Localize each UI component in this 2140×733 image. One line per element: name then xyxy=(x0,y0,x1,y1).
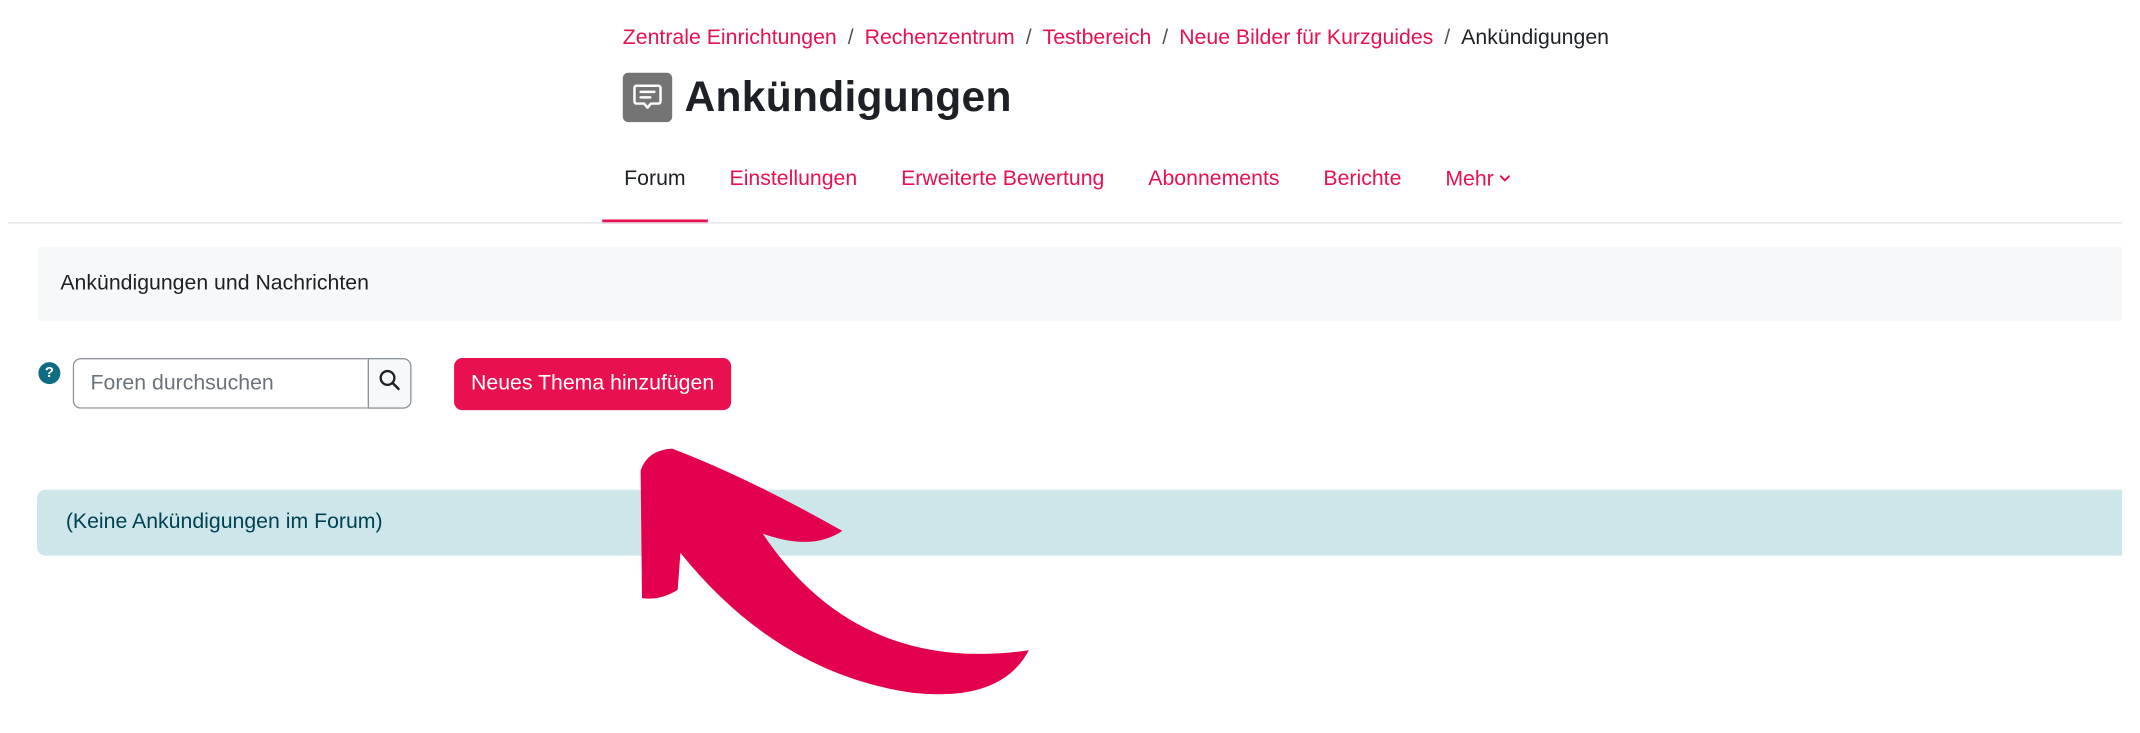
forum-icon xyxy=(622,72,673,123)
breadcrumb-separator: / xyxy=(1025,26,1032,50)
page-header: Ankündigungen xyxy=(622,72,1012,123)
search-button[interactable] xyxy=(367,358,412,409)
breadcrumb: Zentrale Einrichtungen / Rechenzentrum /… xyxy=(623,26,1609,51)
breadcrumb-item-zentrale-einrichtungen[interactable]: Zentrale Einrichtungen xyxy=(623,26,837,51)
forum-search xyxy=(72,358,412,409)
tab-erweiterte-bewertung[interactable]: Erweiterte Bewertung xyxy=(879,144,1126,224)
search-icon xyxy=(379,369,401,398)
tab-forum[interactable]: Forum xyxy=(602,144,708,224)
forum-intro-text: Ankündigungen und Nachrichten xyxy=(60,271,369,295)
secondary-navigation: Forum Einstellungen Erweiterte Bewertung… xyxy=(602,144,1533,224)
forum-intro-box: Ankündigungen und Nachrichten xyxy=(37,246,2123,322)
add-topic-button[interactable]: Neues Thema hinzufügen xyxy=(454,358,732,411)
breadcrumb-separator: / xyxy=(1444,26,1451,50)
no-announcements-notice: (Keine Ankündigungen im Forum) xyxy=(37,489,2123,556)
breadcrumb-item-neue-bilder[interactable]: Neue Bilder für Kurzguides xyxy=(1179,26,1433,51)
page-title: Ankündigungen xyxy=(684,72,1012,121)
tab-mehr-label: Mehr xyxy=(1445,167,1494,191)
tab-mehr[interactable]: Mehr xyxy=(1423,144,1533,224)
breadcrumb-current: Ankündigungen xyxy=(1461,26,1609,50)
tabs-divider xyxy=(8,222,2123,224)
search-input[interactable] xyxy=(72,358,368,409)
breadcrumb-separator: / xyxy=(1162,26,1169,50)
question-mark-icon[interactable]: ? xyxy=(38,362,61,385)
breadcrumb-separator: / xyxy=(847,26,854,50)
no-announcements-text: (Keine Ankündigungen im Forum) xyxy=(65,510,383,534)
tab-berichte[interactable]: Berichte xyxy=(1301,144,1423,224)
tab-abonnements[interactable]: Abonnements xyxy=(1126,144,1301,224)
breadcrumb-item-testbereich[interactable]: Testbereich xyxy=(1043,26,1152,51)
tab-einstellungen[interactable]: Einstellungen xyxy=(708,144,880,224)
curved-arrow-icon xyxy=(631,442,1043,710)
chevron-down-icon xyxy=(1498,144,1512,215)
breadcrumb-item-rechenzentrum[interactable]: Rechenzentrum xyxy=(865,26,1015,51)
page: Zentrale Einrichtungen / Rechenzentrum /… xyxy=(0,0,2140,733)
